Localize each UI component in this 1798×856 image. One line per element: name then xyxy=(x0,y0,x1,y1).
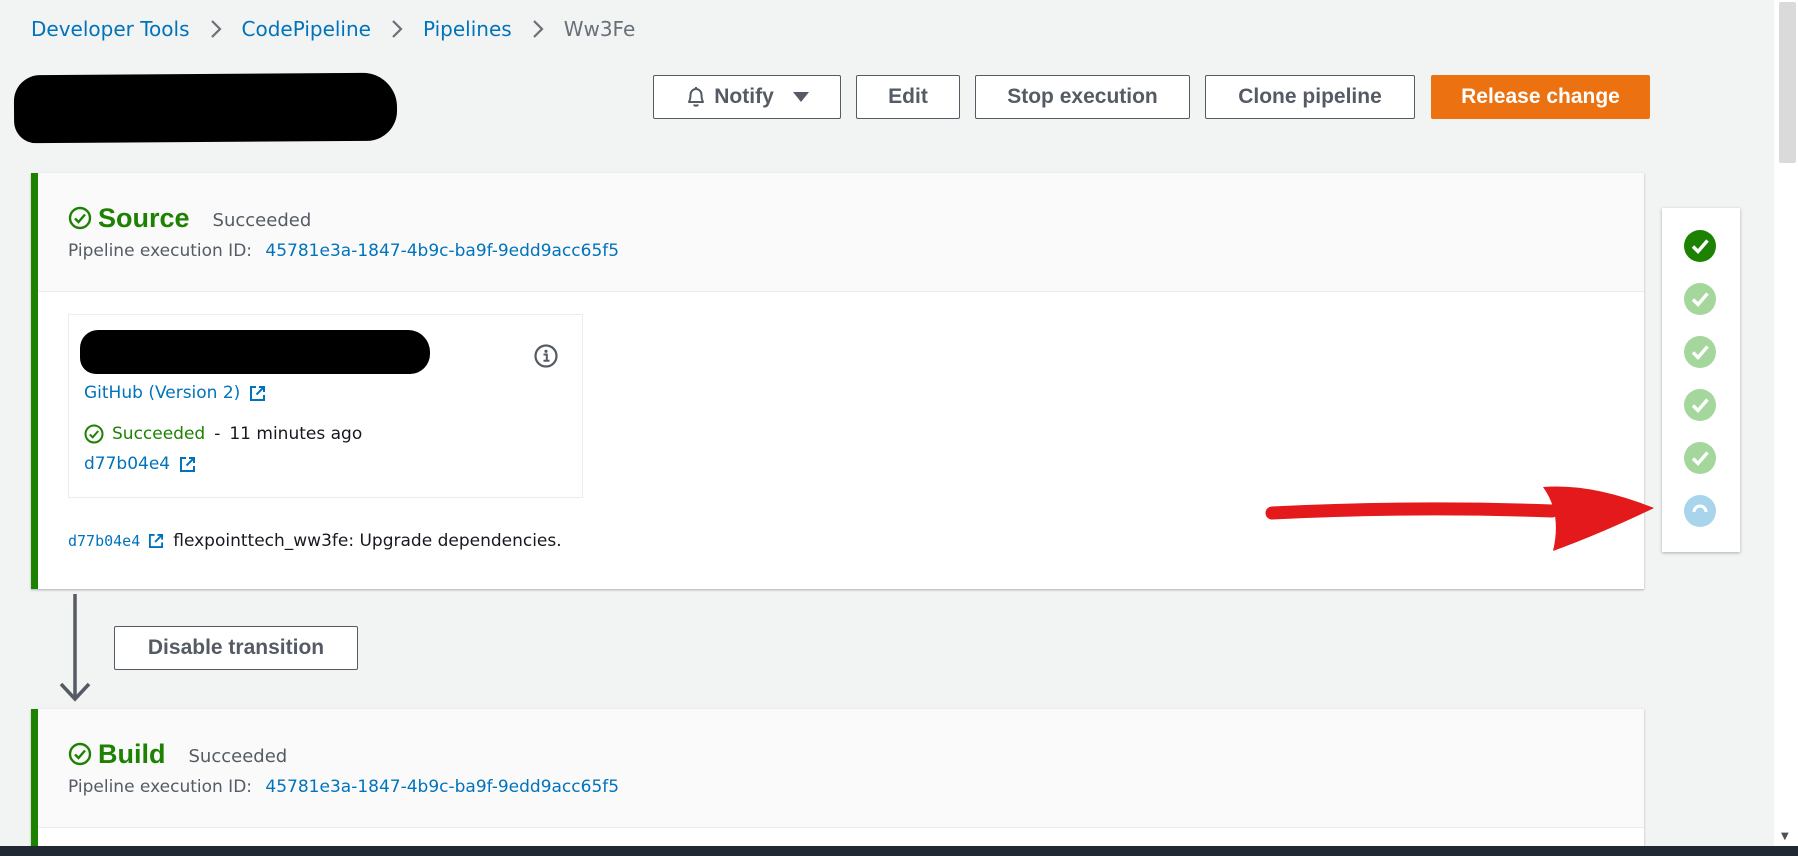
build-execution-id-link[interactable]: 45781e3a-1847-4b9c-ba9f-9edd9acc65f5 xyxy=(265,777,619,797)
status-separator: - xyxy=(214,424,221,444)
check-circle-icon xyxy=(84,424,104,444)
breadcrumb: Developer Tools CodePipeline Pipelines W… xyxy=(31,16,635,42)
commit-id-link[interactable]: d77b04e4 xyxy=(68,532,164,550)
build-stage-header: Build Succeeded Pipeline execution ID: 4… xyxy=(38,709,1644,828)
stage-navigator xyxy=(1662,208,1740,552)
clone-pipeline-button[interactable]: Clone pipeline xyxy=(1205,75,1415,119)
external-link-icon xyxy=(249,385,266,402)
build-stage-status: Succeeded xyxy=(188,745,288,767)
source-execution-id-link[interactable]: 45781e3a-1847-4b9c-ba9f-9edd9acc65f5 xyxy=(265,241,619,261)
check-circle-icon xyxy=(68,742,92,766)
action-status: Succeeded xyxy=(112,424,206,444)
redacted-action-name xyxy=(80,330,430,374)
action-status-row: Succeeded - 11 minutes ago xyxy=(84,424,362,444)
commit-summary-row: d77b04e4 flexpointtech_ww3fe: Upgrade de… xyxy=(68,531,562,551)
arrow-down-icon xyxy=(58,592,92,708)
action-commit-link[interactable]: d77b04e4 xyxy=(84,454,196,474)
stage-status-success-faded-icon[interactable] xyxy=(1683,335,1717,369)
disable-transition-button[interactable]: Disable transition xyxy=(114,626,358,670)
vertical-scrollbar[interactable]: ▼ xyxy=(1774,0,1798,846)
stage-status-success-faded-icon[interactable] xyxy=(1683,388,1717,422)
chevron-right-icon xyxy=(532,19,544,39)
check-circle-icon xyxy=(68,206,92,230)
source-stage-status: Succeeded xyxy=(212,209,312,231)
breadcrumb-current-pipeline: Ww3Fe xyxy=(563,17,636,41)
stop-execution-button[interactable]: Stop execution xyxy=(975,75,1190,119)
stage-status-success-icon[interactable] xyxy=(1683,229,1717,263)
execution-id-label: Pipeline execution ID: xyxy=(68,241,253,261)
notify-label: Notify xyxy=(714,85,774,108)
notify-button[interactable]: Notify xyxy=(653,75,841,119)
source-stage-header: Source Succeeded Pipeline execution ID: … xyxy=(38,173,1644,292)
github-provider-link[interactable]: GitHub (Version 2) xyxy=(84,383,266,403)
execution-id-label: Pipeline execution ID: xyxy=(68,777,253,797)
bell-icon xyxy=(684,85,708,109)
provider-label: GitHub (Version 2) xyxy=(84,383,241,403)
build-stage: Build Succeeded Pipeline execution ID: 4… xyxy=(31,709,1644,856)
caret-down-icon xyxy=(792,90,810,104)
taskbar xyxy=(0,846,1798,856)
release-change-button[interactable]: Release change xyxy=(1431,75,1650,119)
annotation-arrow-icon xyxy=(1262,475,1662,559)
breadcrumb-developer-tools[interactable]: Developer Tools xyxy=(31,17,190,41)
source-stage-title: Source xyxy=(98,202,190,233)
stage-status-success-faded-icon[interactable] xyxy=(1683,441,1717,475)
scrollbar-thumb[interactable] xyxy=(1779,2,1796,163)
stage-status-success-faded-icon[interactable] xyxy=(1683,282,1717,316)
chevron-right-icon xyxy=(391,19,403,39)
scroll-down-icon[interactable]: ▼ xyxy=(1781,831,1789,842)
commit-message: flexpointtech_ww3fe: Upgrade dependencie… xyxy=(173,531,562,551)
build-stage-title: Build xyxy=(98,738,166,769)
external-link-icon xyxy=(179,456,196,473)
stage-status-in-progress-icon[interactable] xyxy=(1683,494,1717,528)
action-time: 11 minutes ago xyxy=(229,424,363,444)
action-commit-id: d77b04e4 xyxy=(84,454,171,474)
external-link-icon xyxy=(148,533,164,549)
info-icon[interactable] xyxy=(533,343,559,369)
edit-button[interactable]: Edit xyxy=(856,75,960,119)
chevron-right-icon xyxy=(210,19,222,39)
commit-id: d77b04e4 xyxy=(68,532,141,550)
breadcrumb-pipelines[interactable]: Pipelines xyxy=(423,17,512,41)
pipeline-toolbar: Notify Edit Stop execution Clone pipelin… xyxy=(0,75,1798,119)
breadcrumb-codepipeline[interactable]: CodePipeline xyxy=(242,17,371,41)
